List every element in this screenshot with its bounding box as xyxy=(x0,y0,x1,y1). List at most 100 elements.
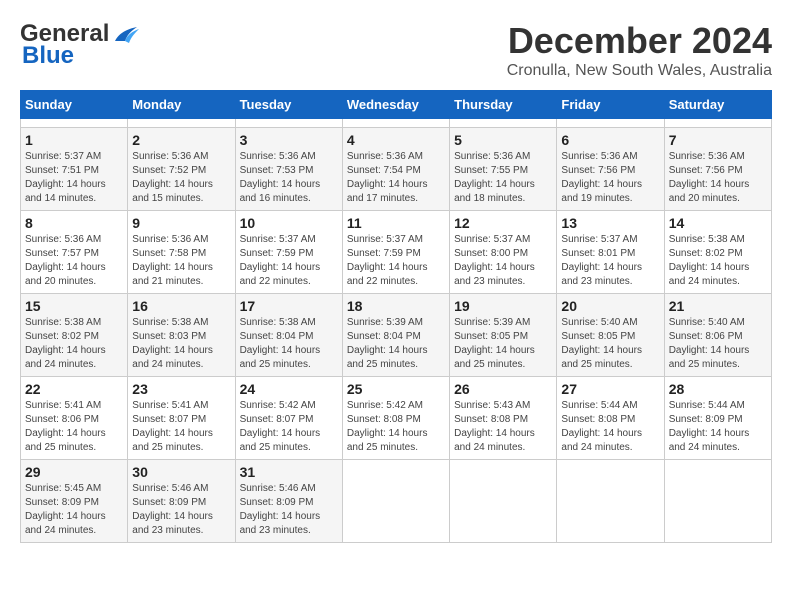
day-info: Sunrise: 5:39 AMSunset: 8:05 PMDaylight:… xyxy=(454,316,552,372)
day-number: 11 xyxy=(347,215,445,231)
calendar-cell: 5Sunrise: 5:36 AMSunset: 7:55 PMDaylight… xyxy=(450,128,557,211)
calendar-cell xyxy=(342,460,449,543)
logo: General Blue xyxy=(20,20,139,70)
day-number: 16 xyxy=(132,298,230,314)
day-number: 29 xyxy=(25,464,123,480)
day-number: 28 xyxy=(669,381,767,397)
day-info: Sunrise: 5:38 AMSunset: 8:02 PMDaylight:… xyxy=(669,233,767,289)
day-info: Sunrise: 5:46 AMSunset: 8:09 PMDaylight:… xyxy=(240,482,338,538)
calendar-cell: 16 Sunrise: 5:38 AMSunset: 8:03 PMDayligh… xyxy=(128,294,235,377)
day-info: Sunrise: 5:38 AMSunset: 8:03 PMDaylight:… xyxy=(132,316,230,372)
day-number: 8 xyxy=(25,215,123,231)
day-info: Sunrise: 5:41 AMSunset: 8:07 PMDaylight:… xyxy=(132,399,230,455)
calendar-cell: 28 Sunrise: 5:44 AMSunset: 8:09 PMDayligh… xyxy=(664,377,771,460)
day-info: Sunrise: 5:46 AMSunset: 8:09 PMDaylight:… xyxy=(132,482,230,538)
column-header-friday: Friday xyxy=(557,91,664,119)
day-number: 26 xyxy=(454,381,552,397)
calendar-cell: 13 Sunrise: 5:37 AMSunset: 8:01 PMDayligh… xyxy=(557,211,664,294)
day-number: 14 xyxy=(669,215,767,231)
day-info: Sunrise: 5:36 AMSunset: 7:58 PMDaylight:… xyxy=(132,233,230,289)
calendar-cell: 10 Sunrise: 5:37 AMSunset: 7:59 PMDayligh… xyxy=(235,211,342,294)
calendar-cell: 27 Sunrise: 5:44 AMSunset: 8:08 PMDayligh… xyxy=(557,377,664,460)
day-info: Sunrise: 5:42 AMSunset: 8:07 PMDaylight:… xyxy=(240,399,338,455)
day-number: 3 xyxy=(240,132,338,148)
calendar-header-row: SundayMondayTuesdayWednesdayThursdayFrid… xyxy=(21,91,772,119)
calendar-cell xyxy=(450,119,557,128)
calendar-cell: 29 Sunrise: 5:45 AMSunset: 8:09 PMDayligh… xyxy=(21,460,128,543)
day-number: 19 xyxy=(454,298,552,314)
column-header-saturday: Saturday xyxy=(664,91,771,119)
calendar-cell: 6 Sunrise: 5:36 AMSunset: 7:56 PMDaylight… xyxy=(557,128,664,211)
calendar-cell xyxy=(235,119,342,128)
day-info: Sunrise: 5:44 AMSunset: 8:08 PMDaylight:… xyxy=(561,399,659,455)
day-info: Sunrise: 5:40 AMSunset: 8:06 PMDaylight:… xyxy=(669,316,767,372)
calendar-cell: 22Sunrise: 5:41 AMSunset: 8:06 PMDayligh… xyxy=(21,377,128,460)
calendar-week-1 xyxy=(21,119,772,128)
calendar-cell: 18 Sunrise: 5:39 AMSunset: 8:04 PMDayligh… xyxy=(342,294,449,377)
calendar-cell: 2 Sunrise: 5:36 AMSunset: 7:52 PMDaylight… xyxy=(128,128,235,211)
month-title: December 2024 xyxy=(507,20,772,62)
calendar-table: SundayMondayTuesdayWednesdayThursdayFrid… xyxy=(20,90,772,543)
day-number: 23 xyxy=(132,381,230,397)
day-info: Sunrise: 5:37 AMSunset: 8:01 PMDaylight:… xyxy=(561,233,659,289)
day-info: Sunrise: 5:44 AMSunset: 8:09 PMDaylight:… xyxy=(669,399,767,455)
day-info: Sunrise: 5:36 AMSunset: 7:52 PMDaylight:… xyxy=(132,150,230,206)
calendar-cell: 11 Sunrise: 5:37 AMSunset: 7:59 PMDayligh… xyxy=(342,211,449,294)
day-number: 9 xyxy=(132,215,230,231)
calendar-cell: 24Sunrise: 5:42 AMSunset: 8:07 PMDayligh… xyxy=(235,377,342,460)
day-info: Sunrise: 5:36 AMSunset: 7:53 PMDaylight:… xyxy=(240,150,338,206)
calendar-cell: 20Sunrise: 5:40 AMSunset: 8:05 PMDayligh… xyxy=(557,294,664,377)
calendar-cell: 14 Sunrise: 5:38 AMSunset: 8:02 PMDayligh… xyxy=(664,211,771,294)
calendar-cell: 19 Sunrise: 5:39 AMSunset: 8:05 PMDayligh… xyxy=(450,294,557,377)
day-info: Sunrise: 5:45 AMSunset: 8:09 PMDaylight:… xyxy=(25,482,123,538)
calendar-cell: 3 Sunrise: 5:36 AMSunset: 7:53 PMDaylight… xyxy=(235,128,342,211)
column-header-thursday: Thursday xyxy=(450,91,557,119)
day-info: Sunrise: 5:37 AMSunset: 8:00 PMDaylight:… xyxy=(454,233,552,289)
calendar-cell: 23 Sunrise: 5:41 AMSunset: 8:07 PMDayligh… xyxy=(128,377,235,460)
day-number: 21 xyxy=(669,298,767,314)
column-header-tuesday: Tuesday xyxy=(235,91,342,119)
day-info: Sunrise: 5:40 AMSunset: 8:05 PMDaylight:… xyxy=(561,316,659,372)
calendar-cell xyxy=(450,460,557,543)
day-info: Sunrise: 5:37 AMSunset: 7:59 PMDaylight:… xyxy=(240,233,338,289)
calendar-cell: 25Sunrise: 5:42 AMSunset: 8:08 PMDayligh… xyxy=(342,377,449,460)
calendar-cell xyxy=(21,119,128,128)
day-info: Sunrise: 5:39 AMSunset: 8:04 PMDaylight:… xyxy=(347,316,445,372)
day-info: Sunrise: 5:36 AMSunset: 7:57 PMDaylight:… xyxy=(25,233,123,289)
calendar-cell: 30Sunrise: 5:46 AMSunset: 8:09 PMDayligh… xyxy=(128,460,235,543)
calendar-cell: 17 Sunrise: 5:38 AMSunset: 8:04 PMDayligh… xyxy=(235,294,342,377)
calendar-cell xyxy=(342,119,449,128)
calendar-cell: 9 Sunrise: 5:36 AMSunset: 7:58 PMDaylight… xyxy=(128,211,235,294)
calendar-cell: 7 Sunrise: 5:36 AMSunset: 7:56 PMDaylight… xyxy=(664,128,771,211)
column-header-monday: Monday xyxy=(128,91,235,119)
calendar-cell xyxy=(664,460,771,543)
calendar-cell: 8 Sunrise: 5:36 AMSunset: 7:57 PMDaylight… xyxy=(21,211,128,294)
day-number: 7 xyxy=(669,132,767,148)
day-info: Sunrise: 5:37 AMSunset: 7:59 PMDaylight:… xyxy=(347,233,445,289)
day-number: 13 xyxy=(561,215,659,231)
calendar-cell: 21 Sunrise: 5:40 AMSunset: 8:06 PMDayligh… xyxy=(664,294,771,377)
day-number: 6 xyxy=(561,132,659,148)
column-header-sunday: Sunday xyxy=(21,91,128,119)
day-info: Sunrise: 5:38 AMSunset: 8:04 PMDaylight:… xyxy=(240,316,338,372)
day-info: Sunrise: 5:36 AMSunset: 7:55 PMDaylight:… xyxy=(454,150,552,206)
day-number: 17 xyxy=(240,298,338,314)
day-number: 18 xyxy=(347,298,445,314)
day-number: 12 xyxy=(454,215,552,231)
calendar-cell xyxy=(557,460,664,543)
calendar-week-4: 15Sunrise: 5:38 AMSunset: 8:02 PMDayligh… xyxy=(21,294,772,377)
calendar-cell: 31Sunrise: 5:46 AMSunset: 8:09 PMDayligh… xyxy=(235,460,342,543)
day-number: 25 xyxy=(347,381,445,397)
day-number: 10 xyxy=(240,215,338,231)
day-number: 2 xyxy=(132,132,230,148)
day-info: Sunrise: 5:36 AMSunset: 7:56 PMDaylight:… xyxy=(669,150,767,206)
day-number: 1 xyxy=(25,132,123,148)
logo-blue-text: Blue xyxy=(20,42,74,70)
calendar-cell: 4Sunrise: 5:36 AMSunset: 7:54 PMDaylight… xyxy=(342,128,449,211)
logo-bird-icon xyxy=(111,23,139,45)
day-info: Sunrise: 5:41 AMSunset: 8:06 PMDaylight:… xyxy=(25,399,123,455)
day-number: 27 xyxy=(561,381,659,397)
day-info: Sunrise: 5:36 AMSunset: 7:56 PMDaylight:… xyxy=(561,150,659,206)
calendar-week-5: 22Sunrise: 5:41 AMSunset: 8:06 PMDayligh… xyxy=(21,377,772,460)
day-info: Sunrise: 5:38 AMSunset: 8:02 PMDaylight:… xyxy=(25,316,123,372)
